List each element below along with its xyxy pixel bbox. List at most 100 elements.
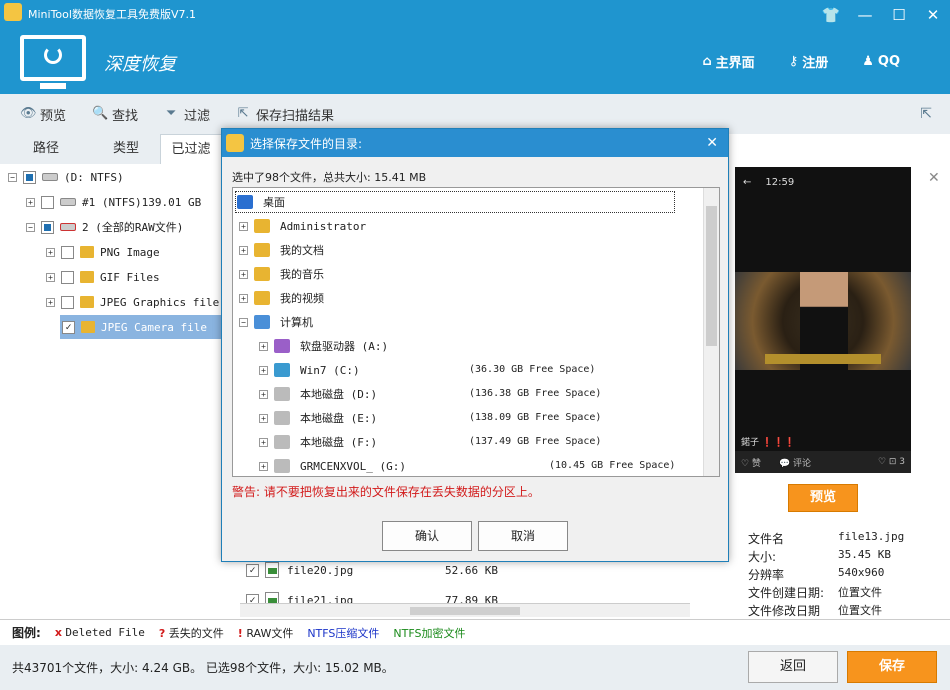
tree-row-png[interactable]: + PNG Image [46,240,160,264]
app-logo-icon [4,3,22,21]
home-nav-button[interactable]: ⌂ 主界面 [702,52,754,71]
drive-icon [60,198,76,206]
scroll-thumb[interactable] [410,607,520,615]
tree-row-jpeg-graphics[interactable]: + JPEG Graphics file [46,290,219,314]
user-folder-icon [254,219,270,233]
vertical-scrollbar[interactable] [703,188,719,476]
expand-icon[interactable]: + [46,247,55,257]
minimize-icon[interactable]: — [848,0,882,30]
view-tabs: 路径 类型 已过滤 [0,134,222,164]
dir-item-documents[interactable]: + 我的文档 [239,238,324,262]
tab-filtered[interactable]: 已过滤 [160,134,222,164]
expand-icon[interactable]: + [259,365,268,375]
save-scan-toolbar-button[interactable]: ⇱ 保存扫描结果 [236,105,334,124]
home-icon: ⌂ [702,54,712,69]
save-button[interactable]: 保存 [847,651,937,683]
share-icon[interactable]: ⇱ [920,106,932,122]
info-row: 文件修改日期 位置文件 [748,604,882,618]
preview-toolbar-button[interactable]: 👁 预览 [20,105,66,124]
dir-item-music[interactable]: + 我的音乐 [239,262,324,286]
dialog-logo-icon [226,134,244,152]
dialog-summary: 选中了98个文件，总共大小: 15.41 MB [232,171,427,184]
expand-icon[interactable]: + [259,461,268,471]
maximize-icon[interactable]: ☐ [882,0,916,30]
expand-icon[interactable]: + [259,389,268,399]
back-button[interactable]: 返回 [748,651,838,683]
tab-type[interactable]: 类型 [92,134,160,164]
find-toolbar-button[interactable]: 🔍 查找 [92,105,138,124]
collapse-icon[interactable]: − [8,172,17,182]
legend: 图例: x Deleted File ? 丢失的文件 ! RAW文件 NTFS压… [0,619,950,645]
preview-button[interactable]: 预览 [788,484,858,512]
collapse-icon[interactable]: − [239,317,248,327]
folder-icon [80,271,94,283]
windows-drive-icon [274,363,290,377]
dir-item-computer[interactable]: − 计算机 [239,310,313,334]
expand-icon[interactable]: + [259,437,268,447]
dir-item-floppy[interactable]: + 软盘驱动器 (A:) [259,334,388,358]
close-preview-icon[interactable]: ✕ [928,170,940,186]
tree-row-partition-1[interactable]: + #1 (NTFS)139.01 GB [26,190,201,214]
cancel-button[interactable]: 取消 [478,521,568,551]
dialog-close-icon[interactable]: ✕ [706,135,718,151]
expand-icon[interactable]: + [46,272,55,282]
app-header: MiniTool数据恢复工具免费版V7.1 👕 — ☐ ✕ 深度恢复 ⌂ 主界面 … [0,0,950,94]
dir-item-drive-e[interactable]: + 本地磁盘 (E:) [259,406,377,430]
folder-icon [80,246,94,258]
dir-item-drive-d[interactable]: + 本地磁盘 (D:) [259,382,377,406]
expand-icon[interactable]: + [239,245,248,255]
legend-ntfs-compressed: NTFS压缩文件 [307,626,380,640]
horizontal-scrollbar[interactable] [240,603,690,617]
tree-checkbox[interactable] [61,245,74,259]
app-name: 深度恢复 [104,54,176,75]
expand-icon[interactable]: + [46,297,55,307]
dir-item-videos[interactable]: + 我的视频 [239,286,324,310]
key-icon: ⚷ [788,54,799,69]
window-controls: 👕 — ☐ ✕ [814,0,950,30]
disk-icon [274,435,290,449]
computer-icon [254,315,270,329]
disk-icon [274,387,290,401]
dir-item-administrator[interactable]: + Administrator [239,214,366,238]
tree-checkbox-checked[interactable]: ✓ [62,320,75,334]
phone-footer: ♡ 赞 💬 评论 ♡ ⊡ 3 [735,451,911,473]
search-icon: 🔍 [92,106,109,121]
tree-row-drive-d[interactable]: − (D: NTFS) [8,165,124,189]
dir-item-drive-g[interactable]: + GRMCENXVOL_ (G:) [259,454,406,478]
filter-toolbar-button[interactable]: ⏷ 过滤 [164,105,210,124]
dir-item-desktop[interactable]: 桌面 [237,190,285,214]
expand-icon[interactable]: + [259,341,268,351]
tab-path[interactable]: 路径 [0,134,92,164]
tree-checkbox[interactable] [61,295,74,309]
expand-icon[interactable]: + [239,269,248,279]
expand-icon[interactable]: + [259,413,268,423]
expand-icon[interactable]: + [239,293,248,303]
tree-row-raw-files[interactable]: − 2 (全部的RAW文件) [26,215,183,239]
tree-checkbox[interactable] [23,170,36,184]
tree-checkbox[interactable] [41,220,54,234]
register-nav-button[interactable]: ⚷ 注册 [789,52,829,71]
tree-checkbox[interactable] [61,270,74,284]
expand-icon[interactable]: + [239,221,248,231]
qq-nav-button[interactable]: ♟ QQ [862,52,900,71]
free-space-g: (10.45 GB Free Space) [549,460,676,471]
export-icon: ⇱ [237,106,249,121]
header-nav: ⌂ 主界面 ⚷ 注册 ♟ QQ [702,52,900,71]
desktop-icon [237,195,253,209]
documents-folder-icon [254,243,270,257]
dir-item-drive-f[interactable]: + 本地磁盘 (F:) [259,430,377,454]
preview-photo [735,272,911,370]
tree-row-jpeg-camera[interactable]: ✓ JPEG Camera file [62,315,207,339]
tree-row-gif[interactable]: + GIF Files [46,265,160,289]
confirm-button[interactable]: 确认 [382,521,472,551]
info-row: 文件名 file13.jpg [748,530,905,546]
collapse-icon[interactable]: − [26,222,35,232]
close-icon[interactable]: ✕ [916,0,950,30]
skin-icon[interactable]: 👕 [814,0,848,30]
dir-item-drive-c[interactable]: + Win7 (C:) [259,358,360,382]
expand-icon[interactable]: + [26,197,35,207]
info-row: 分辨率 540x960 [748,566,885,582]
scroll-thumb[interactable] [706,206,717,346]
file-checkbox[interactable]: ✓ [246,563,259,577]
tree-checkbox[interactable] [41,195,54,209]
